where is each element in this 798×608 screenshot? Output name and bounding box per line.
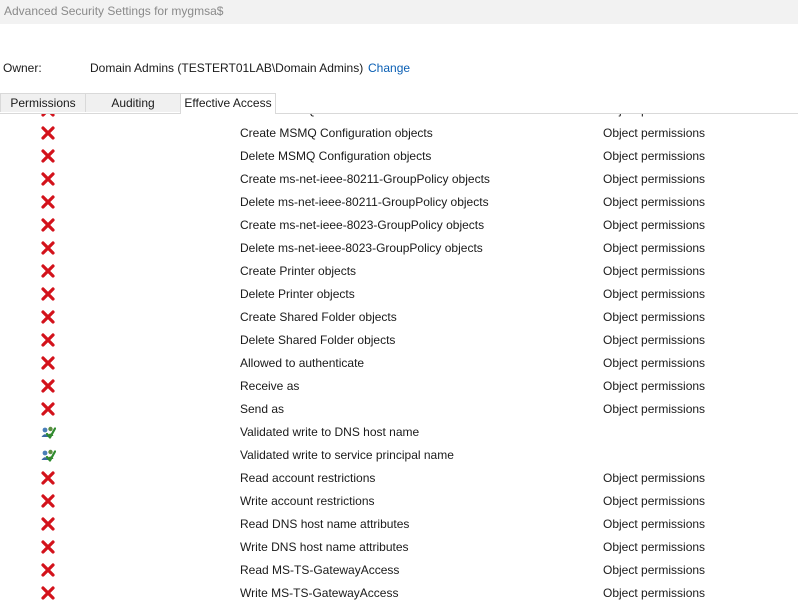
denied-x-icon: [40, 125, 56, 141]
permission-name: Receive as: [240, 379, 300, 393]
allowed-users-check-icon: [40, 424, 56, 440]
denied-x-icon: [40, 562, 56, 578]
permission-name: Create Printer objects: [240, 264, 357, 278]
permission-name: Write account restrictions: [240, 494, 375, 508]
permission-entry-row[interactable]: Send as Object permissions: [0, 398, 798, 421]
permission-entry-row[interactable]: Delete MSMQ... Object permissions: [0, 114, 798, 122]
permission-entry-row[interactable]: Allowed to authenticate Object permission…: [0, 352, 798, 375]
denied-x-icon: [40, 470, 56, 486]
permission-scope: Object permissions: [603, 563, 706, 577]
tab-auditing[interactable]: Auditing: [85, 93, 181, 112]
denied-x-icon: [40, 171, 56, 187]
permission-scope: Object permissions: [603, 264, 706, 278]
permission-scope: Object permissions: [603, 356, 706, 370]
permission-entry-row[interactable]: Read DNS host name attributes Object perm…: [0, 513, 798, 536]
permission-entry-row[interactable]: Create MSMQ Configuration objects Object …: [0, 122, 798, 145]
denied-x-icon: [40, 378, 56, 394]
permission-entry-row[interactable]: Receive as Object permissions: [0, 375, 798, 398]
permission-name: Create MSMQ Configuration objects: [240, 126, 433, 140]
permission-name: Send as: [240, 402, 285, 416]
permission-name: Allowed to authenticate: [240, 356, 365, 370]
permission-scope: Object permissions: [603, 218, 706, 232]
permission-entry-row[interactable]: Delete Printer objects Object permissions: [0, 283, 798, 306]
permission-entry-row[interactable]: Create ms-net-ieee-80211-GroupPolicy obj…: [0, 168, 798, 191]
denied-x-icon: [40, 194, 56, 210]
permission-entry-row[interactable]: Delete ms-net-ieee-80211-GroupPolicy obj…: [0, 191, 798, 214]
permission-entry-row[interactable]: Write MS-TS-GatewayAccess Object permissi…: [0, 582, 798, 605]
permission-entry-row[interactable]: Delete ms-net-ieee-8023-GroupPolicy obje…: [0, 237, 798, 260]
effective-access-list-content: Delete MSMQ...Object permissionsCreate M…: [0, 114, 798, 605]
permission-name: Validated write to DNS host name: [240, 425, 420, 439]
denied-x-icon: [40, 493, 56, 509]
permission-name: Create ms-net-ieee-80211-GroupPolicy obj…: [240, 172, 490, 186]
owner-row: Owner: Domain Admins (TESTERT01LAB\Domai…: [0, 61, 798, 79]
denied-x-icon: [40, 217, 56, 233]
denied-x-icon: [40, 332, 56, 348]
tab-effective-access[interactable]: Effective Access: [180, 93, 276, 114]
permission-name: Read MS-TS-GatewayAccess: [240, 563, 400, 577]
permission-name: Delete MSMQ Configuration objects: [240, 149, 432, 163]
permission-name: Delete ms-net-ieee-8023-GroupPolicy obje…: [240, 241, 483, 255]
permission-scope: Object permissions: [603, 126, 706, 140]
denied-x-icon: [40, 516, 56, 532]
window-title: Advanced Security Settings for mygmsa$: [4, 4, 224, 18]
tab-permissions[interactable]: Permissions: [0, 93, 86, 112]
permission-scope: Object permissions: [603, 471, 706, 485]
denied-x-icon: [40, 309, 56, 325]
permission-name: Delete MSMQ...: [240, 114, 325, 117]
permission-scope: Object permissions: [603, 287, 706, 301]
permission-entry-row[interactable]: Validated write to DNS host name: [0, 421, 798, 444]
permission-scope: Object permissions: [603, 114, 705, 117]
permission-entry-row[interactable]: Delete Shared Folder objects Object permi…: [0, 329, 798, 352]
permission-entry-row[interactable]: Create ms-net-ieee-8023-GroupPolicy obje…: [0, 214, 798, 237]
tab-strip: Permissions Auditing Effective Access: [0, 93, 798, 114]
permission-name: Read account restrictions: [240, 471, 376, 485]
permission-name: Delete Shared Folder objects: [240, 333, 396, 347]
permission-entry-row[interactable]: Validated write to service principal nam…: [0, 444, 798, 467]
denied-x-icon: [40, 148, 56, 164]
permission-scope: Object permissions: [603, 195, 706, 209]
permission-name: Read DNS host name attributes: [240, 517, 410, 531]
denied-x-icon: [40, 240, 56, 256]
permission-entry-row[interactable]: Write account restrictions Object permiss…: [0, 490, 798, 513]
permission-entry-row[interactable]: Write DNS host name attributes Object per…: [0, 536, 798, 559]
change-owner-link[interactable]: Change: [368, 61, 410, 75]
window-titlebar: Advanced Security Settings for mygmsa$: [0, 0, 798, 24]
permission-scope: Object permissions: [603, 494, 706, 508]
permission-entry-row[interactable]: Create Shared Folder objects Object permi…: [0, 306, 798, 329]
permission-scope: Object permissions: [603, 517, 706, 531]
denied-x-icon: [40, 355, 56, 371]
owner-label: Owner:: [3, 61, 42, 75]
denied-x-icon: [40, 585, 56, 601]
permission-scope: Object permissions: [603, 379, 706, 393]
denied-x-icon: [40, 114, 56, 118]
permission-scope: Object permissions: [603, 540, 706, 554]
allowed-users-check-icon: [40, 447, 56, 463]
permission-name: Delete Printer objects: [240, 287, 355, 301]
permission-entry-row[interactable]: Create Printer objects Object permissions: [0, 260, 798, 283]
denied-x-icon: [40, 401, 56, 417]
permission-entry-row[interactable]: Read MS-TS-GatewayAccess Object permissio…: [0, 559, 798, 582]
permission-scope: Object permissions: [603, 586, 706, 600]
permission-name: Write DNS host name attributes: [240, 540, 409, 554]
permission-scope: Object permissions: [603, 333, 706, 347]
permission-scope: Object permissions: [603, 310, 706, 324]
owner-value: Domain Admins (TESTERT01LAB\Domain Admin…: [90, 61, 364, 75]
effective-access-list[interactable]: Delete MSMQ...Object permissionsCreate M…: [0, 114, 798, 608]
denied-x-icon: [40, 263, 56, 279]
denied-x-icon: [40, 286, 56, 302]
permission-name: Validated write to service principal nam…: [240, 448, 454, 462]
permission-scope: Object permissions: [603, 402, 706, 416]
permission-name: Create Shared Folder objects: [240, 310, 397, 324]
permission-name: Write MS-TS-GatewayAccess: [240, 586, 399, 600]
permission-entry-row[interactable]: Read account restrictions Object permissi…: [0, 467, 798, 490]
permission-entry-row[interactable]: Delete MSMQ Configuration objects Object …: [0, 145, 798, 168]
permission-name: Delete ms-net-ieee-80211-GroupPolicy obj…: [240, 195, 489, 209]
permission-scope: Object permissions: [603, 241, 706, 255]
permission-scope: Object permissions: [603, 149, 706, 163]
denied-x-icon: [40, 539, 56, 555]
permission-name: Create ms-net-ieee-8023-GroupPolicy obje…: [240, 218, 485, 232]
permission-scope: Object permissions: [603, 172, 706, 186]
